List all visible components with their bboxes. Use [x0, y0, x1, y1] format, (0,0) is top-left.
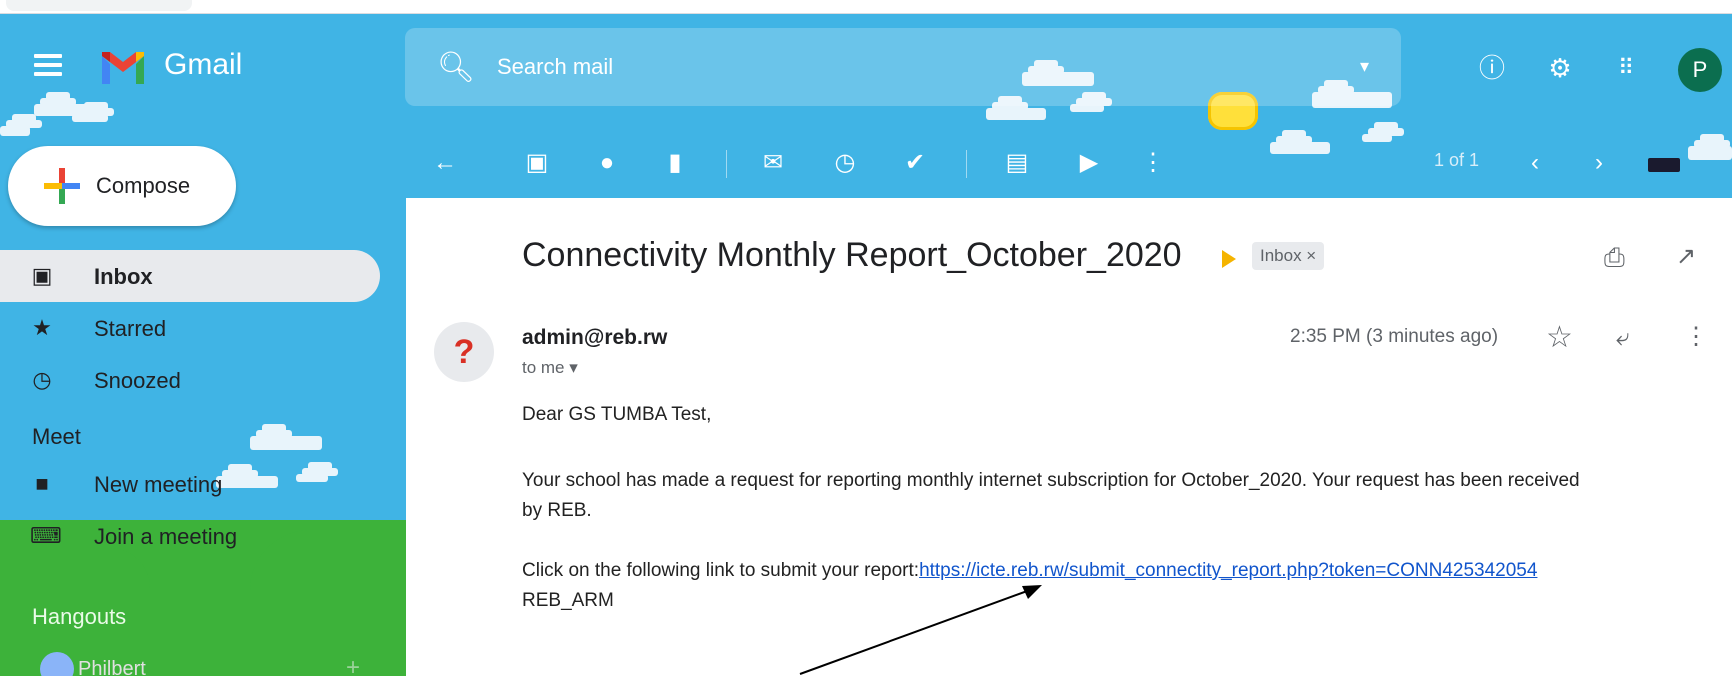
- compose-button[interactable]: Compose: [8, 146, 236, 226]
- pager-text: 1 of 1: [1434, 150, 1480, 170]
- print-icon[interactable]: ⎙: [1604, 242, 1625, 274]
- settings-gear-icon[interactable]: ⚙: [1542, 50, 1578, 86]
- sidebar-item-label: New meeting: [94, 472, 223, 497]
- main-menu-icon[interactable]: [34, 54, 64, 80]
- browser-tab[interactable]: [6, 0, 192, 11]
- link-prefix-text: Click on the following link to submit yo…: [522, 560, 920, 581]
- sidebar-item-label: Snoozed: [94, 368, 181, 393]
- search-input[interactable]: [497, 50, 1097, 84]
- message-more-icon[interactable]: ⋮: [1684, 322, 1708, 351]
- compose-label: Compose: [96, 173, 191, 198]
- clock-icon: ◷: [32, 367, 52, 392]
- sidebar-item-label: Inbox: [94, 264, 153, 289]
- message-timestamp: 2:35 PM (3 minutes ago): [1290, 326, 1499, 347]
- sidebar-item-snoozed[interactable]: ◷ Snoozed: [0, 354, 380, 406]
- keyboard-icon: ⌨: [30, 523, 62, 548]
- meet-heading: Meet: [32, 424, 81, 449]
- compose-plus-icon: [44, 168, 80, 204]
- sender-avatar: ?: [434, 322, 494, 382]
- browser-tab-strip: [0, 0, 1732, 14]
- message-paragraph-line: Your school has made a request for repor…: [522, 470, 1580, 491]
- apps-grid-icon[interactable]: ⠿: [1608, 50, 1644, 86]
- cloud-decoration: [1362, 122, 1404, 142]
- hangouts-heading: Hangouts: [32, 604, 127, 629]
- hangouts-user-name: Philbert: [78, 658, 146, 676]
- message-pane: Connectivity Monthly Report_October_2020…: [406, 198, 1732, 676]
- archive-icon[interactable]: ▣: [522, 148, 552, 178]
- add-task-icon[interactable]: ✔: [900, 148, 930, 178]
- label-icon[interactable]: ▶: [1074, 148, 1104, 178]
- sidebar-item-label: Join a meeting: [94, 524, 238, 549]
- add-contact-icon[interactable]: +: [346, 654, 360, 676]
- sidebar-item-inbox[interactable]: ▣ Inbox: [0, 250, 380, 302]
- inbox-label-chip[interactable]: Inbox ×: [1252, 242, 1325, 270]
- sidebar-item-join-meeting[interactable]: ⌨ Join a meeting: [0, 510, 380, 562]
- search-options-icon[interactable]: ▾: [1360, 56, 1369, 77]
- cloud-decoration: [1688, 134, 1732, 160]
- message-paragraph-line: by REB.: [522, 500, 592, 521]
- cloud-decoration: [1270, 130, 1330, 154]
- search-icon[interactable]: 🔍︎: [437, 50, 475, 85]
- submit-report-link[interactable]: https://icte.reb.rw/submit_connectity_re…: [919, 560, 1537, 581]
- mark-unread-icon[interactable]: ✉: [758, 148, 788, 178]
- toolbar-divider: [726, 150, 727, 178]
- recipient-details[interactable]: to me ▾: [522, 358, 578, 378]
- toolbar-divider: [966, 150, 967, 178]
- star-icon[interactable]: ☆: [1546, 320, 1573, 355]
- next-icon[interactable]: ›: [1584, 148, 1614, 178]
- help-icon[interactable]: ⓘ: [1474, 50, 1510, 86]
- search-bar[interactable]: 🔍︎ ▾: [405, 28, 1401, 106]
- previous-icon[interactable]: ‹: [1520, 148, 1550, 178]
- account-avatar[interactable]: P: [1678, 48, 1722, 92]
- report-spam-icon[interactable]: ●: [592, 148, 622, 178]
- input-tools-icon[interactable]: [1648, 158, 1680, 172]
- cloud-decoration: [0, 114, 42, 136]
- star-icon: ★: [32, 315, 52, 340]
- sidebar-item-label: Starred: [94, 316, 167, 341]
- sender-address[interactable]: admin@reb.rw: [522, 326, 667, 350]
- more-icon[interactable]: ⋮: [1138, 148, 1168, 178]
- message-greeting: Dear GS TUMBA Test,: [522, 404, 712, 425]
- snooze-icon[interactable]: ◷: [830, 148, 860, 178]
- reply-icon[interactable]: ⤶: [1616, 324, 1629, 352]
- message-subject: Connectivity Monthly Report_October_2020: [522, 236, 1182, 274]
- gmail-logo-icon: [100, 50, 146, 86]
- move-to-icon[interactable]: ▤: [1002, 148, 1032, 178]
- message-link-line: Click on the following link to submit yo…: [522, 556, 1537, 586]
- delete-icon[interactable]: ▮: [660, 148, 690, 178]
- gmail-wordmark: Gmail: [164, 48, 243, 81]
- inbox-icon: ▣: [31, 263, 53, 288]
- importance-marker-icon[interactable]: [1222, 250, 1236, 268]
- cloud-decoration: [250, 424, 322, 450]
- sidebar-item-new-meeting[interactable]: ■ New meeting: [0, 458, 380, 510]
- back-icon[interactable]: ←: [430, 148, 460, 178]
- sidebar-item-starred[interactable]: ★ Starred: [0, 302, 380, 354]
- open-in-new-window-icon[interactable]: ↗: [1676, 242, 1696, 271]
- cloud-decoration: [72, 102, 114, 122]
- message-signature: REB_ARM: [522, 590, 614, 611]
- video-icon: ■: [35, 471, 49, 496]
- cloud-decoration: [986, 96, 1046, 120]
